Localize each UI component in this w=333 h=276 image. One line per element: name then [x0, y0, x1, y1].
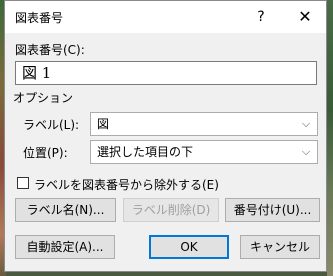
- label-select[interactable]: 図 ⌵: [90, 112, 318, 136]
- options-section-label: オプション: [13, 91, 74, 105]
- autocaption-button[interactable]: 自動設定(A)...: [15, 235, 115, 259]
- help-button[interactable]: ?: [249, 5, 273, 29]
- exclude-label-text[interactable]: ラベルを図表番号から除外する(E): [34, 176, 219, 193]
- label-field-label: ラベル(L):: [23, 118, 80, 132]
- position-select-value: 選択した項目の下: [97, 145, 194, 159]
- background-right: [327, 0, 333, 276]
- position-field-label: 位置(P):: [23, 146, 68, 160]
- close-icon[interactable]: ✕: [291, 5, 319, 29]
- caption-dialog: 図表番号 ? ✕ 図表番号(C): 図 1 オプション ラベル(L): 図 ⌵ …: [4, 0, 327, 272]
- caption-label: 図表番号(C):: [15, 43, 85, 57]
- position-select[interactable]: 選択した項目の下 ⌵: [90, 140, 318, 164]
- new-label-button[interactable]: ラベル名(N)...: [15, 198, 116, 222]
- label-select-value: 図: [97, 117, 110, 131]
- exclude-label-checkbox[interactable]: [17, 177, 29, 189]
- chevron-down-icon: ⌵: [301, 145, 311, 158]
- delete-label-button[interactable]: ラベル削除(D): [123, 198, 219, 222]
- numbering-button[interactable]: 番号付け(U)...: [225, 198, 320, 222]
- cancel-button[interactable]: キャンセル: [240, 235, 320, 259]
- ok-button[interactable]: OK: [149, 235, 229, 259]
- chevron-down-icon: ⌵: [301, 117, 311, 130]
- title-bar: 図表番号 ? ✕: [5, 1, 326, 33]
- dialog-title: 図表番号: [15, 11, 64, 25]
- caption-input[interactable]: 図 1: [15, 61, 317, 85]
